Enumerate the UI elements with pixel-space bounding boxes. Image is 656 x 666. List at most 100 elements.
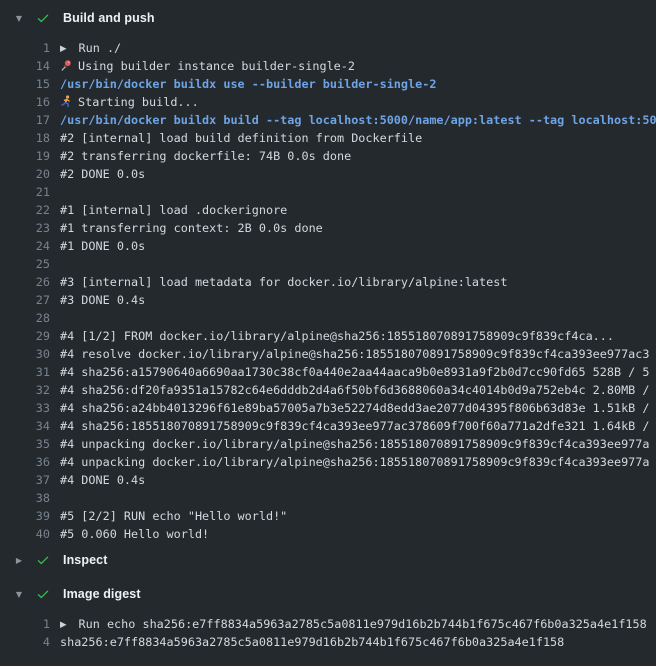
line-text: #3 DONE 0.4s	[60, 291, 656, 309]
line-text: #4 sha256:185518070891758909c9f839cf4ca3…	[60, 417, 656, 435]
line-number[interactable]: 25	[0, 255, 50, 273]
line-number[interactable]: 19	[0, 147, 50, 165]
log-line: 14 Using builder instance builder-single…	[0, 57, 656, 75]
log-line: 32 #4 sha256:df20fa9351a15782c64e6dddb2d…	[0, 381, 656, 399]
log-line: 16 Starting build...	[0, 93, 656, 111]
line-text: #4 unpacking docker.io/library/alpine@sh…	[60, 435, 656, 453]
toggle-chevron-icon[interactable]: ▼	[13, 14, 25, 23]
line-text: /usr/bin/docker buildx use --builder bui…	[60, 75, 656, 93]
line-number[interactable]: 16	[0, 93, 50, 111]
line-number[interactable]: 20	[0, 165, 50, 183]
log-line: 25	[0, 255, 656, 273]
line-text: #4 resolve docker.io/library/alpine@sha2…	[60, 345, 656, 363]
line-text: #4 sha256:a15790640a6690aa1730c38cf0a440…	[60, 363, 656, 381]
line-number[interactable]: 1	[0, 39, 50, 57]
step-title: Image digest	[63, 587, 141, 601]
runner-icon	[60, 95, 72, 108]
step-header[interactable]: ▶ Inspect	[0, 550, 656, 570]
line-number[interactable]: 14	[0, 57, 50, 75]
line-text: sha256:e7ff8834a5963a2785c5a0811e979d16b…	[60, 633, 656, 651]
line-text: #4 sha256:df20fa9351a15782c64e6dddb2d4a6…	[60, 381, 656, 399]
log-line: 34 #4 sha256:185518070891758909c9f839cf4…	[0, 417, 656, 435]
log-line: 4 sha256:e7ff8834a5963a2785c5a0811e979d1…	[0, 633, 656, 651]
log-line: 21	[0, 183, 656, 201]
line-text: #1 transferring context: 2B 0.0s done	[60, 219, 656, 237]
line-number[interactable]: 26	[0, 273, 50, 291]
line-text: #4 DONE 0.4s	[60, 471, 656, 489]
step-section-image-digest: ▼ Image digest 1 ▶Run echo sha256:e7ff88…	[0, 584, 656, 651]
log-line: 29 #4 [1/2] FROM docker.io/library/alpin…	[0, 327, 656, 345]
group-chevron-icon[interactable]: ▶	[60, 40, 67, 57]
line-number[interactable]: 34	[0, 417, 50, 435]
line-number[interactable]: 23	[0, 219, 50, 237]
line-number[interactable]: 33	[0, 399, 50, 417]
line-text: #3 [internal] load metadata for docker.i…	[60, 273, 656, 291]
line-text	[60, 255, 656, 273]
log-line: 24 #1 DONE 0.0s	[0, 237, 656, 255]
line-number[interactable]: 21	[0, 183, 50, 201]
log-line: 39 #5 [2/2] RUN echo "Hello world!"	[0, 507, 656, 525]
log-line: 27 #3 DONE 0.4s	[0, 291, 656, 309]
line-text: #4 sha256:a24bb4013296f61e89ba57005a7b3e…	[60, 399, 656, 417]
log-line: 30 #4 resolve docker.io/library/alpine@s…	[0, 345, 656, 363]
line-number[interactable]: 17	[0, 111, 50, 129]
log-line: 15 /usr/bin/docker buildx use --builder …	[0, 75, 656, 93]
line-number[interactable]: 38	[0, 489, 50, 507]
toggle-chevron-icon[interactable]: ▼	[13, 590, 25, 599]
log-lines: 1 ▶Run ./ 14 Using builder instance buil…	[0, 39, 656, 543]
line-number[interactable]: 22	[0, 201, 50, 219]
log-line: 20 #2 DONE 0.0s	[0, 165, 656, 183]
line-text: #2 [internal] load build definition from…	[60, 129, 656, 147]
log-line: 38	[0, 489, 656, 507]
line-number[interactable]: 40	[0, 525, 50, 543]
line-text: #5 0.060 Hello world!	[60, 525, 656, 543]
line-text	[60, 489, 656, 507]
line-number[interactable]: 27	[0, 291, 50, 309]
line-text	[60, 309, 656, 327]
line-number[interactable]: 31	[0, 363, 50, 381]
line-number[interactable]: 37	[0, 471, 50, 489]
step-section-inspect: ▶ Inspect	[0, 550, 656, 570]
group-chevron-icon[interactable]: ▶	[60, 616, 67, 633]
line-number[interactable]: 36	[0, 453, 50, 471]
log-line: 28	[0, 309, 656, 327]
line-text: #4 [1/2] FROM docker.io/library/alpine@s…	[60, 327, 656, 345]
success-check-icon	[36, 553, 50, 567]
line-text: #1 [internal] load .dockerignore	[60, 201, 656, 219]
line-text: ▶Run ./	[60, 39, 656, 57]
log-line: 18 #2 [internal] load build definition f…	[0, 129, 656, 147]
step-header[interactable]: ▼ Image digest	[0, 584, 656, 604]
line-number[interactable]: 28	[0, 309, 50, 327]
line-number[interactable]: 35	[0, 435, 50, 453]
log-line: 23 #1 transferring context: 2B 0.0s done	[0, 219, 656, 237]
line-number[interactable]: 29	[0, 327, 50, 345]
line-number[interactable]: 4	[0, 633, 50, 651]
step-header[interactable]: ▼ Build and push	[0, 8, 656, 28]
log-lines: 1 ▶Run echo sha256:e7ff8834a5963a2785c5a…	[0, 615, 656, 651]
line-number[interactable]: 15	[0, 75, 50, 93]
actions-log-viewer: ▼ Build and push 1 ▶Run ./ 14 Using buil…	[0, 8, 656, 666]
line-number[interactable]: 18	[0, 129, 50, 147]
line-number[interactable]: 32	[0, 381, 50, 399]
line-text: #1 DONE 0.0s	[60, 237, 656, 255]
line-text: ▶Run echo sha256:e7ff8834a5963a2785c5a08…	[60, 615, 656, 633]
line-text: /usr/bin/docker buildx build --tag local…	[60, 111, 656, 129]
toggle-chevron-icon[interactable]: ▶	[13, 556, 25, 565]
success-check-icon	[36, 587, 50, 601]
step-title: Build and push	[63, 11, 155, 25]
line-text: #4 unpacking docker.io/library/alpine@sh…	[60, 453, 656, 471]
line-number[interactable]: 30	[0, 345, 50, 363]
line-number[interactable]: 39	[0, 507, 50, 525]
line-number[interactable]: 1	[0, 615, 50, 633]
log-line: 37 #4 DONE 0.4s	[0, 471, 656, 489]
step-title: Inspect	[63, 553, 107, 567]
log-line: 22 #1 [internal] load .dockerignore	[0, 201, 656, 219]
line-number[interactable]: 24	[0, 237, 50, 255]
log-line: 33 #4 sha256:a24bb4013296f61e89ba57005a7…	[0, 399, 656, 417]
log-line: 31 #4 sha256:a15790640a6690aa1730c38cf0a…	[0, 363, 656, 381]
success-check-icon	[36, 11, 50, 25]
log-line: 1 ▶Run ./	[0, 39, 656, 57]
log-line: 19 #2 transferring dockerfile: 74B 0.0s …	[0, 147, 656, 165]
line-text: Using builder instance builder-single-2	[60, 57, 656, 75]
log-line: 26 #3 [internal] load metadata for docke…	[0, 273, 656, 291]
